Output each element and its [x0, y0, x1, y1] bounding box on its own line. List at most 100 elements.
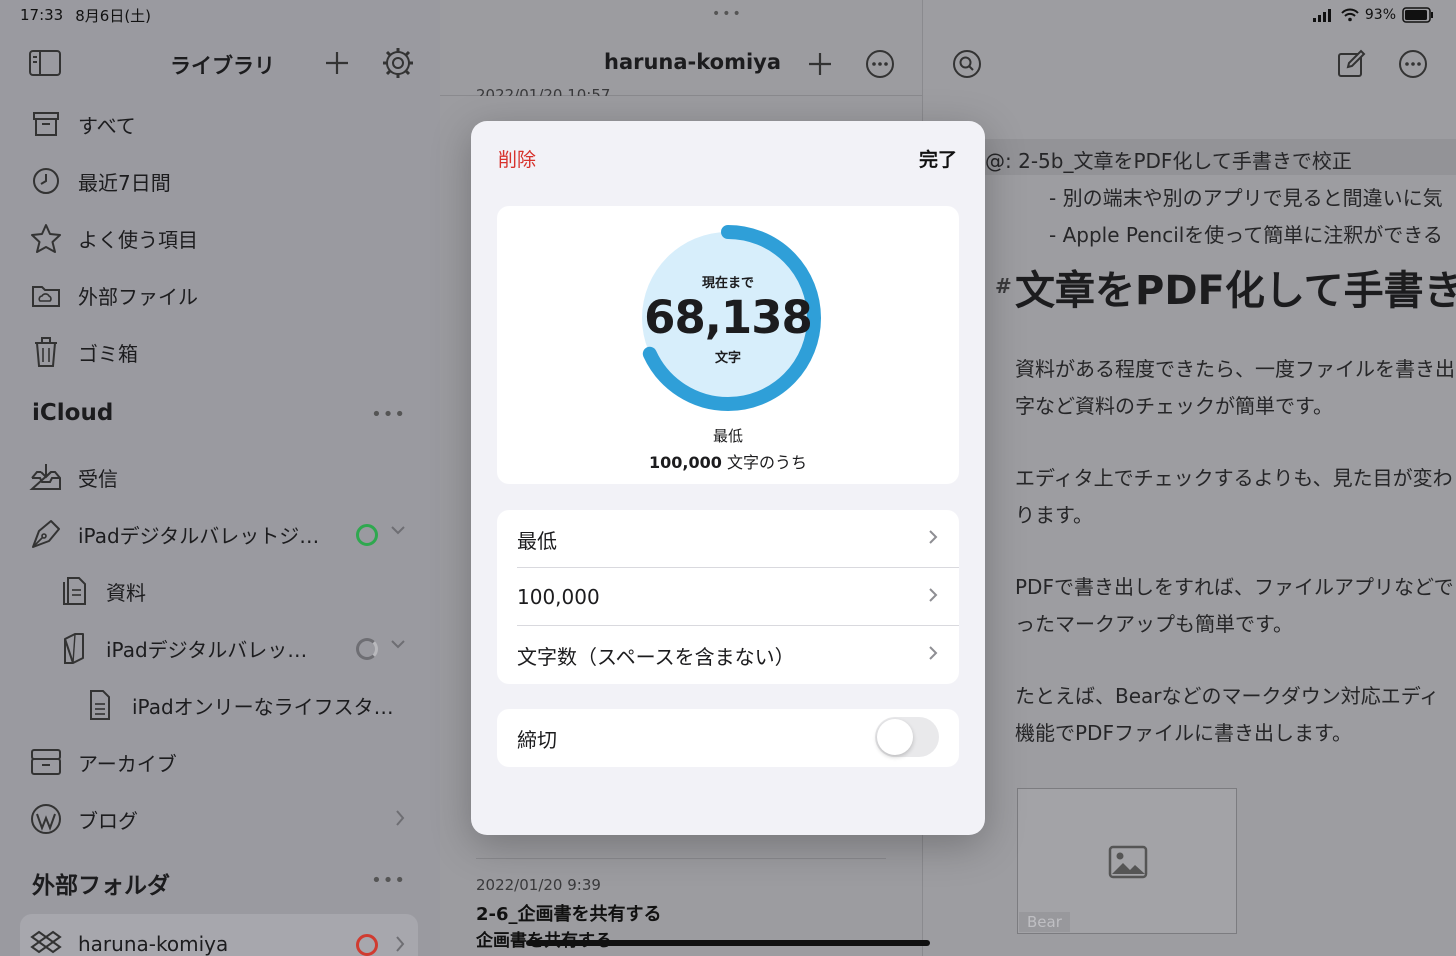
- icloud-more-icon[interactable]: •••: [371, 404, 406, 425]
- note-subtitle: 企画書を共有する: [476, 926, 612, 951]
- compose-icon[interactable]: [1333, 46, 1369, 82]
- sidebar-item-inbox[interactable]: 受信: [28, 455, 118, 499]
- goal-target-line: 100,000 文字のうち: [497, 449, 959, 473]
- sidebar-item-favorites[interactable]: よく使う項目: [28, 216, 198, 260]
- sidebar-title: ライブラリ: [170, 54, 275, 78]
- count-mode-row[interactable]: 文字数（スペースを含まない）: [497, 626, 959, 684]
- new-note-plus-icon[interactable]: [804, 48, 836, 80]
- chevron-right-icon[interactable]: [392, 808, 408, 834]
- sidebar-toolbar: ライブラリ: [0, 40, 440, 86]
- deadline-card: 締切: [497, 709, 959, 767]
- sidebar: 17:33 8月6日(土) ライブラリ すべて 最近7日間 よく使う項目 外部フ…: [0, 0, 440, 956]
- chevron-right-icon: [927, 527, 939, 551]
- clock-icon: [28, 163, 64, 199]
- goal-target-suffix: 文字のうち: [721, 453, 807, 472]
- sidebar-item-trash[interactable]: ゴミ箱: [28, 330, 138, 374]
- sidebar-item-blog[interactable]: ブログ: [28, 797, 138, 841]
- goal-settings-card: 最低 100,000 文字数（スペースを含まない）: [497, 510, 959, 684]
- section-external-folders-title: 外部フォルダ: [32, 873, 170, 899]
- goal-target-value: 100,000: [649, 453, 722, 472]
- sidebar-item-all[interactable]: すべて: [28, 102, 136, 146]
- sidebar-item-ipad-only-lifestyle[interactable]: iPadオンリーなライフスタ…: [82, 683, 394, 727]
- progress-label: 現在まで: [701, 276, 754, 291]
- status-date: 8月6日(土): [75, 6, 152, 25]
- sidebar-item-label: 資料: [106, 580, 146, 605]
- sidebar-item-label: iPadデジタルバレットジ…: [78, 523, 320, 548]
- sidebar-item-label: ブログ: [78, 808, 138, 833]
- goal-type-row[interactable]: 最低: [497, 510, 959, 568]
- chevron-right-icon[interactable]: [392, 934, 408, 956]
- sidebar-item-label: すべて: [78, 113, 136, 138]
- sync-status-red-icon: [356, 934, 378, 956]
- wordpress-icon: [28, 801, 64, 837]
- goal-type-caption: 最低: [712, 427, 743, 445]
- delete-button[interactable]: 削除: [498, 145, 536, 172]
- goal-type-label: 最低: [517, 528, 557, 553]
- sidebar-item-label: ゴミ箱: [78, 341, 138, 366]
- done-button[interactable]: 完了: [919, 145, 957, 172]
- status-time: 17:33: [20, 6, 64, 24]
- sidebar-item-recent[interactable]: 最近7日間: [28, 159, 171, 203]
- sidebar-item-label: 最近7日間: [78, 170, 171, 195]
- note-date-partial: 2022/01/20 10:57: [476, 86, 611, 96]
- section-icloud-title: iCloud: [32, 400, 114, 426]
- sync-status-green-icon: [356, 524, 378, 546]
- editor-paragraph: たとえば、Bearなどのマークダウン対応エディ: [1015, 684, 1440, 708]
- sidebar-item-label: haruna-komiya: [78, 932, 229, 956]
- word-count-goal-sheet: 削除 完了 現在まで 68,138 文字 最低 100,000 文字のうち 最低…: [471, 121, 985, 835]
- toggle-knob: [877, 719, 913, 755]
- chevron-right-icon: [927, 585, 939, 609]
- sidebar-item-materials[interactable]: 資料: [56, 569, 146, 613]
- battery-icon: [1402, 7, 1433, 23]
- status-bar-right: 93%: [1312, 0, 1434, 30]
- sidebar-item-label: iPadオンリーなライフスタ…: [132, 694, 394, 719]
- note-date: 2022/01/20 9:39: [476, 876, 601, 894]
- goal-value-row[interactable]: 100,000: [497, 568, 959, 626]
- image-placeholder-icon: [1108, 845, 1148, 879]
- sidebar-item-label: iPadデジタルバレッ…: [106, 637, 308, 662]
- goal-progress-card: 現在まで 68,138 文字 最低 100,000 文字のうち: [497, 206, 959, 484]
- editor-paragraph: エディタ上でチェックするよりも、見た目が変わ: [1015, 466, 1453, 490]
- chevron-down-icon[interactable]: [388, 520, 408, 546]
- tray-icon: [28, 106, 64, 142]
- embedded-image[interactable]: Bear: [1017, 788, 1237, 934]
- wifi-icon: [1341, 8, 1359, 22]
- sidebar-item-label: アーカイブ: [78, 751, 177, 776]
- editor-line: - Apple Pencilを使って簡単に注釈ができる: [1049, 223, 1443, 247]
- word-count-value: 68,138: [644, 291, 813, 344]
- search-icon[interactable]: [949, 46, 985, 82]
- chevron-right-icon: [927, 643, 939, 667]
- sidebar-item-archive[interactable]: アーカイブ: [28, 740, 177, 784]
- deadline-toggle[interactable]: [875, 717, 939, 757]
- sidebar-item-ipad-digital-bullet-journal[interactable]: iPadデジタルバレットジ…: [28, 512, 319, 556]
- multitasking-dots-icon[interactable]: •••: [712, 6, 743, 22]
- sidebar-item-haruna-komiya[interactable]: haruna-komiya: [28, 922, 228, 956]
- signal-icon: [1312, 9, 1331, 22]
- settings-gear-icon[interactable]: [378, 43, 418, 83]
- sidebar-toggle-icon[interactable]: [26, 46, 64, 80]
- sidebar-item-ipad-digital-bullet[interactable]: iPadデジタルバレッ…: [56, 626, 307, 670]
- documents-icon: [56, 573, 92, 609]
- divider: [476, 858, 886, 859]
- editor-paragraph: 字など資料のチェックが簡単です。: [1015, 394, 1333, 418]
- archive-box-icon: [28, 744, 64, 780]
- more-options-icon[interactable]: [862, 46, 898, 82]
- external-more-icon[interactable]: •••: [371, 870, 406, 891]
- editor-paragraph: 資料がある程度できたら、一度ファイルを書き出: [1015, 357, 1455, 381]
- image-source-tag: Bear: [1019, 912, 1070, 932]
- pen-nib-icon: [28, 516, 64, 552]
- sidebar-item-external-files[interactable]: 外部ファイル: [28, 273, 198, 317]
- status-bar-left: 17:33 8月6日(土): [20, 0, 151, 30]
- heading-hash-mark: #: [995, 274, 1012, 298]
- add-icon[interactable]: [320, 46, 354, 80]
- dropbox-icon: [28, 926, 64, 956]
- count-mode-label: 文字数（スペースを含まない）: [517, 644, 795, 669]
- word-count-unit: 文字: [714, 351, 741, 366]
- editor-line: - 別の端末や別のアプリで見ると間違いに気: [1049, 186, 1443, 210]
- note-title[interactable]: 2-6_企画書を共有する: [476, 900, 662, 926]
- home-indicator: [526, 940, 930, 946]
- editor-line: @: 2-5b_文章をPDF化して手書きで校正: [985, 149, 1352, 173]
- editor-paragraph: PDFで書き出しをすれば、ファイルアプリなどで: [1015, 575, 1454, 599]
- chevron-down-icon[interactable]: [388, 634, 408, 660]
- more-options-icon[interactable]: [1395, 46, 1431, 82]
